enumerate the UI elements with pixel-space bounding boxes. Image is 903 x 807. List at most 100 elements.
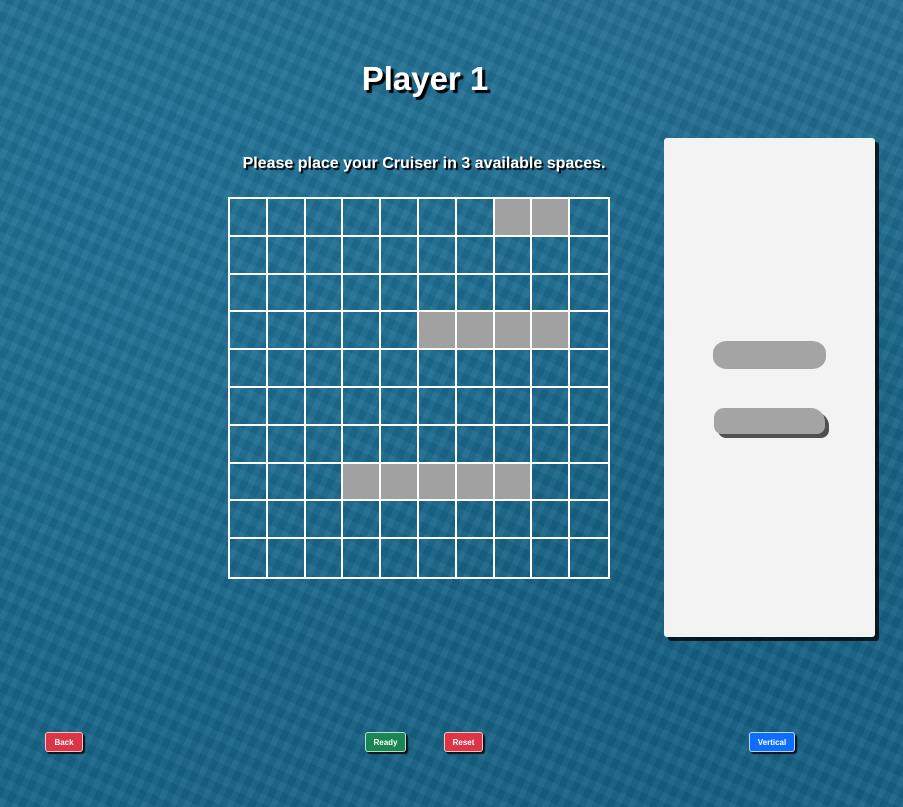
board-cell[interactable] — [267, 501, 306, 540]
board-cell[interactable] — [343, 387, 382, 426]
board-cell-ship[interactable] — [418, 463, 457, 502]
reset-button[interactable]: Reset — [444, 732, 483, 752]
board-cell[interactable] — [381, 274, 419, 313]
board-cell[interactable] — [494, 387, 533, 426]
board-cell[interactable] — [418, 199, 457, 237]
board-cell-ship[interactable] — [494, 312, 533, 351]
board-cell[interactable] — [267, 312, 306, 351]
board-cell[interactable] — [230, 425, 268, 464]
board-cell[interactable] — [532, 425, 571, 464]
board-cell[interactable] — [381, 539, 419, 577]
board-cell[interactable] — [230, 236, 268, 275]
board-cell[interactable] — [494, 501, 533, 540]
board-cell[interactable] — [268, 539, 306, 577]
board-cell[interactable] — [570, 426, 608, 464]
board-cell[interactable] — [343, 236, 382, 275]
board-cell-ship[interactable] — [343, 463, 382, 502]
board-cell[interactable] — [532, 387, 571, 426]
board-cell[interactable] — [305, 236, 344, 275]
board-cell[interactable] — [306, 539, 344, 577]
board-cell[interactable] — [532, 501, 571, 540]
board-cell[interactable] — [456, 236, 495, 275]
board-cell[interactable] — [343, 312, 382, 351]
board-cell[interactable] — [230, 274, 268, 313]
board-cell[interactable] — [456, 425, 495, 464]
board-cell[interactable] — [494, 425, 533, 464]
board-cell[interactable] — [456, 199, 495, 237]
board-cell[interactable] — [456, 350, 495, 388]
board-cell[interactable] — [418, 236, 457, 275]
board-cell[interactable] — [381, 350, 419, 388]
board-cell[interactable] — [456, 501, 495, 540]
board-cell[interactable] — [305, 350, 344, 388]
board-cell[interactable] — [230, 350, 268, 388]
board-cell[interactable] — [532, 274, 571, 313]
board-cell[interactable] — [532, 350, 571, 388]
board-cell[interactable] — [230, 463, 268, 502]
board-cell[interactable] — [570, 312, 608, 351]
board-cell[interactable] — [570, 350, 608, 388]
board-cell[interactable] — [267, 236, 306, 275]
board-cell[interactable] — [305, 199, 344, 237]
board-cell[interactable] — [418, 274, 457, 313]
board-cell[interactable] — [570, 388, 608, 426]
board-cell[interactable] — [381, 387, 419, 426]
board-cell[interactable] — [381, 236, 419, 275]
board-cell[interactable] — [570, 501, 608, 540]
board-cell[interactable] — [343, 501, 382, 540]
board-cell[interactable] — [570, 464, 608, 502]
board-cell[interactable] — [267, 387, 306, 426]
board-cell[interactable] — [343, 199, 382, 237]
board-cell[interactable] — [418, 387, 457, 426]
board-cell[interactable] — [267, 350, 306, 388]
board-cell[interactable] — [532, 539, 571, 577]
board-cell[interactable] — [570, 199, 608, 237]
board-cell[interactable] — [532, 236, 571, 275]
board-cell[interactable] — [381, 312, 419, 351]
vertical-button[interactable]: Vertical — [749, 732, 795, 752]
board-cell[interactable] — [381, 199, 419, 237]
board-cell[interactable] — [570, 275, 608, 313]
board-cell[interactable] — [305, 425, 344, 464]
board-cell[interactable] — [456, 274, 495, 313]
board-cell[interactable] — [230, 501, 268, 540]
board-cell[interactable] — [381, 501, 419, 540]
board-cell[interactable] — [494, 350, 533, 388]
board-cell-ship[interactable] — [494, 463, 533, 502]
board-cell[interactable] — [230, 199, 268, 237]
board-cell[interactable] — [418, 350, 457, 388]
back-button[interactable]: Back — [45, 732, 83, 752]
board-cell-ship[interactable] — [456, 463, 495, 502]
board-cell-ship[interactable] — [381, 463, 419, 502]
board-cell[interactable] — [267, 463, 306, 502]
board-cell[interactable] — [381, 425, 419, 464]
board-cell[interactable] — [419, 539, 457, 577]
board-cell[interactable] — [570, 237, 608, 275]
board-cell[interactable] — [343, 425, 382, 464]
board-cell[interactable] — [267, 199, 306, 237]
board-cell[interactable] — [305, 463, 344, 502]
board-cell[interactable] — [495, 539, 533, 577]
board-cell-ship[interactable] — [532, 312, 571, 351]
board-cell[interactable] — [418, 425, 457, 464]
board-cell[interactable] — [418, 501, 457, 540]
ready-button[interactable]: Ready — [365, 732, 406, 752]
board-cell[interactable] — [494, 236, 533, 275]
board-cell[interactable] — [305, 312, 344, 351]
board-cell[interactable] — [343, 274, 382, 313]
board-cell[interactable] — [343, 539, 382, 577]
board-cell-ship[interactable] — [532, 199, 571, 237]
board-cell-ship[interactable] — [456, 312, 495, 351]
board-cell[interactable] — [457, 539, 495, 577]
board-cell[interactable] — [305, 387, 344, 426]
ship-piece[interactable] — [713, 341, 826, 369]
board-cell[interactable] — [570, 539, 608, 577]
ship-piece[interactable] — [714, 408, 825, 434]
board-cell[interactable] — [305, 501, 344, 540]
board-cell-ship[interactable] — [494, 199, 533, 237]
board-cell[interactable] — [230, 387, 268, 426]
board-cell[interactable] — [267, 425, 306, 464]
board-cell[interactable] — [267, 274, 306, 313]
board-cell[interactable] — [494, 274, 533, 313]
board-cell[interactable] — [305, 274, 344, 313]
